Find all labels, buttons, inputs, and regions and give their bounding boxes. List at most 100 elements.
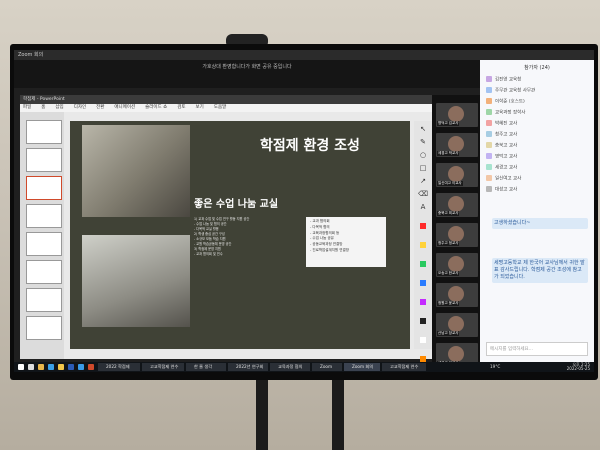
participant-row[interactable]: 명덕고 교사	[486, 153, 590, 161]
menu-file[interactable]: 파일	[23, 104, 31, 112]
participant-face	[448, 316, 464, 332]
menu-insert[interactable]: 삽입	[55, 104, 63, 112]
slide-thumbnail[interactable]	[26, 232, 62, 256]
participant-row[interactable]: 박혜진 교사	[486, 120, 590, 128]
color-swatch[interactable]	[420, 261, 426, 267]
participant-face	[448, 196, 464, 212]
taskbar-window-active[interactable]: Zoom 회의	[344, 363, 380, 371]
participant-tile[interactable]: 청원고 윤교사	[436, 283, 478, 307]
participant-row-name: 대성고 교사	[495, 187, 518, 193]
ppt-menu: 파일 홈 삽입 디자인 전환 애니메이션 슬라이드 쇼 검토 보기 도움말	[20, 104, 441, 112]
taskbar-window[interactable]: 한 줄 생각	[186, 363, 226, 371]
menu-slideshow[interactable]: 슬라이드 쇼	[145, 104, 167, 112]
square-icon[interactable]: □	[418, 163, 428, 173]
participant-face	[448, 286, 464, 302]
eraser-icon[interactable]: ⌫	[418, 189, 428, 199]
taskbar-clock[interactable]: 오후 2:25 2022-05-25	[567, 363, 590, 371]
hwp-icon[interactable]	[78, 364, 84, 370]
menu-transition[interactable]: 전환	[96, 104, 104, 112]
taskbar-window[interactable]: 고교학점제 연수	[382, 363, 426, 371]
edge-icon[interactable]	[48, 364, 54, 370]
pen-icon[interactable]: ✎	[418, 137, 428, 147]
chat-input[interactable]: 메시지를 입력하세요...	[486, 342, 588, 356]
taskbar-window[interactable]: 고교학점제 연수	[142, 363, 184, 371]
color-swatch[interactable]	[420, 318, 426, 324]
participant-name: 일신여고 이교사	[437, 181, 463, 186]
participant-row[interactable]: 이학준 (호스트)	[486, 98, 590, 106]
slide-title: 학점제 환경 조성	[260, 138, 360, 154]
cursor-icon[interactable]: ↖	[418, 124, 428, 134]
participant-row[interactable]: 대성고 교사	[486, 186, 590, 194]
avatar	[486, 87, 492, 93]
menu-review[interactable]: 검토	[177, 104, 185, 112]
slide-thumbnail[interactable]	[26, 316, 62, 340]
arrow-icon[interactable]: ↗	[418, 176, 428, 186]
participant-row-name: 충북고 교사	[495, 143, 518, 149]
participant-row-name: 명덕고 교사	[495, 154, 518, 160]
avatar	[486, 175, 492, 181]
search-icon[interactable]	[28, 364, 34, 370]
participant-tile[interactable]: 청주고 정교사	[436, 223, 478, 247]
participant-name: 오송고 한교사	[437, 271, 460, 276]
screen: Zoom 회의 가호상대 환영합니다가 화면 공유 중입니다 학점제 - Pow…	[14, 50, 594, 372]
slide-thumbnail[interactable]	[26, 288, 62, 312]
participant-row-name: 일신여고 교사	[495, 176, 522, 182]
participant-name: 청원고 윤교사	[437, 301, 460, 306]
circle-icon[interactable]: ○	[418, 150, 428, 160]
avatar	[486, 164, 492, 170]
color-swatch[interactable]	[420, 337, 426, 343]
slide-thumbnails	[20, 112, 64, 359]
avatar	[486, 76, 492, 82]
menu-help[interactable]: 도움말	[214, 104, 226, 112]
participant-row[interactable]: 일신여고 교사	[486, 175, 590, 183]
menu-home[interactable]: 홈	[41, 104, 45, 112]
participant-row[interactable]: 세경고 교사	[486, 164, 590, 172]
word-icon[interactable]	[68, 364, 74, 370]
avatar	[486, 142, 492, 148]
participant-tile[interactable]: 명덕고 김교사	[436, 103, 478, 127]
color-swatch[interactable]	[420, 242, 426, 248]
participant-face	[448, 226, 464, 242]
text-icon[interactable]: A	[418, 202, 428, 212]
color-swatch[interactable]	[420, 299, 426, 305]
participant-row[interactable]: 충북고 교사	[486, 142, 590, 150]
monitor-stand-left	[256, 380, 268, 450]
slide-paragraph: 1) 교과 수업 및 수업 연구 활동 지원 공간 - 수업 나눔 및 협의 공…	[194, 217, 306, 257]
participant-row[interactable]: 김진영 교육청	[486, 76, 590, 84]
participant-row-name: 박혜진 교사	[495, 121, 518, 127]
menu-design[interactable]: 디자인	[74, 104, 86, 112]
menu-view[interactable]: 보기	[196, 104, 204, 112]
windows-start-icon[interactable]	[18, 364, 24, 370]
participants-chat-panel: 참가자 (24) 김진영 교육청 주무관 교육청 사무관 이학준 (호스트) 교…	[480, 60, 594, 362]
monitor-stand-right	[332, 380, 344, 450]
folder-icon[interactable]	[58, 364, 64, 370]
participant-row[interactable]: 주무관 교육청 사무관	[486, 87, 590, 95]
color-swatch[interactable]	[420, 223, 426, 229]
slide-thumbnail[interactable]	[26, 204, 62, 228]
participant-face	[448, 106, 464, 122]
taskbar-window[interactable]: 교육과정 협의	[270, 363, 310, 371]
participant-tile[interactable]: 일신여고 이교사	[436, 163, 478, 187]
participant-row[interactable]: 교육과정 장학사	[486, 109, 590, 117]
taskbar-window[interactable]: 2022 학점제	[98, 363, 140, 371]
chrome-icon[interactable]	[38, 364, 44, 370]
menu-animation[interactable]: 애니메이션	[114, 104, 135, 112]
weather-temp: 19°C	[490, 364, 501, 369]
slide-thumbnail[interactable]	[26, 148, 62, 172]
slide-thumbnail[interactable]	[26, 120, 62, 144]
taskbar-window[interactable]: Zoom	[312, 363, 342, 371]
participant-tile[interactable]: 오송고 한교사	[436, 253, 478, 277]
slide-thumbnail-selected[interactable]	[26, 176, 62, 200]
participant-name: 명덕고 김교사	[437, 121, 460, 126]
participant-tile[interactable]: 세경고 박교사	[436, 133, 478, 157]
slide-thumbnail[interactable]	[26, 260, 62, 284]
color-swatch[interactable]	[420, 280, 426, 286]
participant-tile[interactable]: 산남고 장교사	[436, 313, 478, 337]
windows-taskbar: 2022 학점제 고교학점제 연수 한 줄 생각 2022년 연구회 교육과정 …	[14, 362, 594, 372]
powerpoint-icon[interactable]	[88, 364, 94, 370]
participant-face	[448, 346, 464, 362]
participant-tile[interactable]: 충북고 최교사	[436, 193, 478, 217]
current-slide: 학점제 환경 조성 좋은 수업 나눔 교실 1) 교과 수업 및 수업 연구 활…	[70, 121, 410, 349]
participant-row[interactable]: 청주고 교사	[486, 131, 590, 139]
taskbar-window[interactable]: 2022년 연구회	[228, 363, 268, 371]
